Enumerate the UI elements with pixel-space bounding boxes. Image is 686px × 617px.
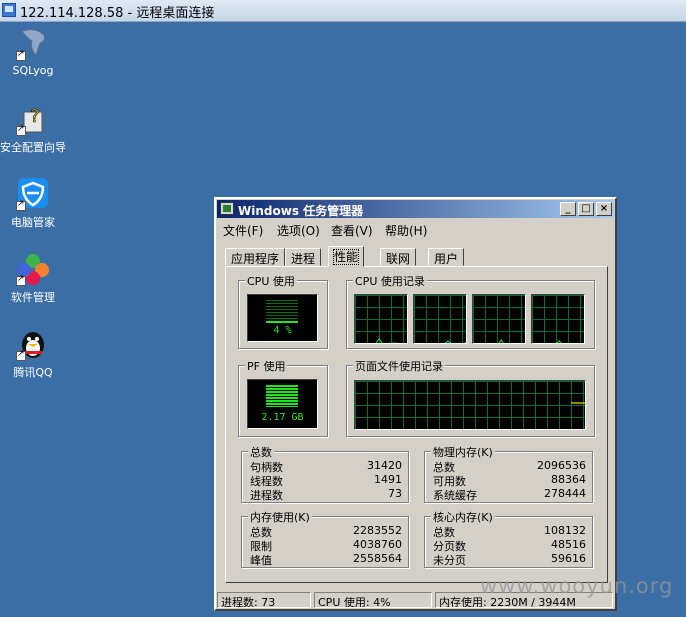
threads-value: 1491	[374, 473, 402, 486]
software-manager-icon	[16, 252, 50, 286]
totals-group: 总数 句柄数 31420 线程数 1491 进程数 73	[241, 444, 409, 503]
commit-charge-group: 内存使用(K) 总数 2283552 限制 4038760 峰值 2558564	[241, 509, 409, 568]
physical-memory-group: 物理内存(K) 总数 2096536 可用数 88364 系统缓存 278444	[424, 444, 593, 503]
physical-memory-title: 物理内存(K)	[431, 444, 495, 460]
commit-peak-label: 峰值	[250, 554, 272, 567]
desktop-icon-software-manager[interactable]: 软件管理	[0, 252, 68, 305]
kernel-memory-group: 核心内存(K) 总数 108132 分页数 48516 未分页 59616	[424, 509, 593, 568]
kernel-nonpaged-label: 未分页	[433, 554, 466, 567]
status-processes: 进程数: 73	[217, 592, 311, 608]
remote-desktop-titlebar[interactable]: 122.114.128.58 - 远程桌面连接	[0, 0, 686, 22]
desktop-icon-label: 安全配置向导	[0, 141, 66, 154]
physical-total-value: 2096536	[537, 459, 586, 472]
tab-label: 联网	[386, 252, 411, 266]
close-button[interactable]: ×	[596, 202, 612, 216]
menu-file[interactable]: 文件(F)	[223, 222, 263, 239]
shield-icon	[16, 177, 50, 211]
processes-label: 进程数	[250, 489, 283, 502]
tab-label: 应用程序	[231, 252, 280, 266]
desktop-icon-label: 电脑管家	[11, 216, 55, 229]
tab-networking[interactable]: 联网	[380, 248, 417, 266]
cpu-history-graph-2	[472, 294, 526, 344]
penguin-icon	[16, 327, 50, 361]
status-cpu: CPU 使用: 4%	[314, 592, 432, 608]
remote-desktop-icon	[2, 3, 16, 17]
desktop-icon-label: SQLyog	[12, 64, 54, 77]
tab-label: 性能	[332, 249, 360, 265]
performance-panel: CPU 使用 4 % CPU 使用记录 PF 使用 2.17 GB 页面文件使用…	[225, 266, 608, 583]
tab-performance[interactable]: 性能	[328, 246, 365, 267]
pf-usage-group: PF 使用 2.17 GB	[238, 358, 328, 437]
desktop-icon-label: 腾讯QQ	[13, 366, 53, 379]
task-manager-titlebar[interactable]: Windows 任务管理器 _ □ ×	[217, 200, 614, 218]
pf-history-group: 页面文件使用记录	[346, 358, 595, 437]
watermark: www.wooyun.org	[480, 574, 674, 598]
svg-text:?: ?	[30, 106, 40, 127]
menu-options[interactable]: 选项(O)	[277, 222, 320, 239]
tab-users[interactable]: 用户	[428, 248, 465, 266]
cpu-history-graph-3	[531, 294, 585, 344]
task-manager-window[interactable]: Windows 任务管理器 _ □ × 文件(F) 选项(O) 查看(V) 帮助…	[214, 197, 617, 611]
cpu-meter-fill	[266, 321, 298, 323]
pf-history-title: 页面文件使用记录	[353, 358, 445, 374]
commit-total-value: 2283552	[353, 524, 402, 537]
system-cache-label: 系统缓存	[433, 489, 477, 502]
kernel-total-value: 108132	[544, 524, 586, 537]
shortcut-arrow-icon	[16, 124, 26, 136]
menu-help[interactable]: 帮助(H)	[385, 222, 427, 239]
task-manager-icon	[220, 202, 234, 215]
cpu-usage-meter: 4 %	[247, 294, 318, 342]
security-wizard-icon: ?	[16, 102, 50, 136]
cpu-history-graph-0	[354, 294, 408, 344]
remote-desktop-title: 122.114.128.58 - 远程桌面连接	[20, 6, 215, 21]
cpu-history-title: CPU 使用记录	[353, 273, 427, 289]
tab-label: 用户	[434, 252, 459, 266]
cpu-usage-title: CPU 使用	[245, 273, 297, 289]
desktop-icon-qq[interactable]: 腾讯QQ	[0, 327, 68, 380]
processes-value: 73	[388, 487, 402, 500]
commit-peak-value: 2558564	[353, 552, 402, 565]
desktop-icon-label: 软件管理	[11, 291, 55, 304]
window-title: Windows 任务管理器	[238, 204, 364, 218]
maximize-button[interactable]: □	[578, 202, 594, 216]
shortcut-arrow-icon	[16, 199, 26, 211]
kernel-nonpaged-value: 59616	[551, 552, 586, 565]
totals-title: 总数	[248, 444, 274, 460]
cpu-usage-group: CPU 使用 4 %	[238, 273, 328, 349]
minimize-button[interactable]: _	[560, 202, 576, 216]
desktop-icon-pc-manager[interactable]: 电脑管家	[0, 177, 68, 230]
tab-processes[interactable]: 进程	[285, 248, 322, 266]
cpu-meter-bars	[266, 300, 298, 322]
handles-value: 31420	[367, 459, 402, 472]
menu-view[interactable]: 查看(V)	[331, 222, 373, 239]
desktop-icon-sqlyog[interactable]: SQLyog	[0, 27, 68, 77]
shortcut-arrow-icon	[16, 49, 26, 61]
shortcut-arrow-icon	[16, 349, 26, 361]
cpu-usage-value: 4 %	[273, 325, 292, 336]
tab-label: 进程	[291, 252, 316, 266]
pf-history-graph	[354, 380, 586, 430]
dolphin-icon	[16, 27, 50, 61]
cpu-history-group: CPU 使用记录	[346, 273, 595, 349]
pf-usage-value: 2.17 GB	[261, 412, 304, 423]
pf-usage-meter: 2.17 GB	[247, 379, 318, 429]
system-cache-value: 278444	[544, 487, 586, 500]
tab-applications[interactable]: 应用程序	[225, 248, 286, 266]
kernel-memory-title: 核心内存(K)	[431, 509, 495, 525]
physical-available-value: 88364	[551, 473, 586, 486]
commit-limit-value: 4038760	[353, 538, 402, 551]
cpu-history-graph-1	[413, 294, 467, 344]
pf-meter-bars	[266, 385, 298, 407]
pf-usage-title: PF 使用	[245, 358, 288, 374]
kernel-paged-value: 48516	[551, 538, 586, 551]
menu-bar: 文件(F) 选项(O) 查看(V) 帮助(H)	[216, 219, 615, 239]
desktop-icon-security-wizard[interactable]: ? 安全配置向导	[0, 102, 68, 155]
commit-charge-title: 内存使用(K)	[248, 509, 312, 525]
shortcut-arrow-icon	[16, 274, 26, 286]
